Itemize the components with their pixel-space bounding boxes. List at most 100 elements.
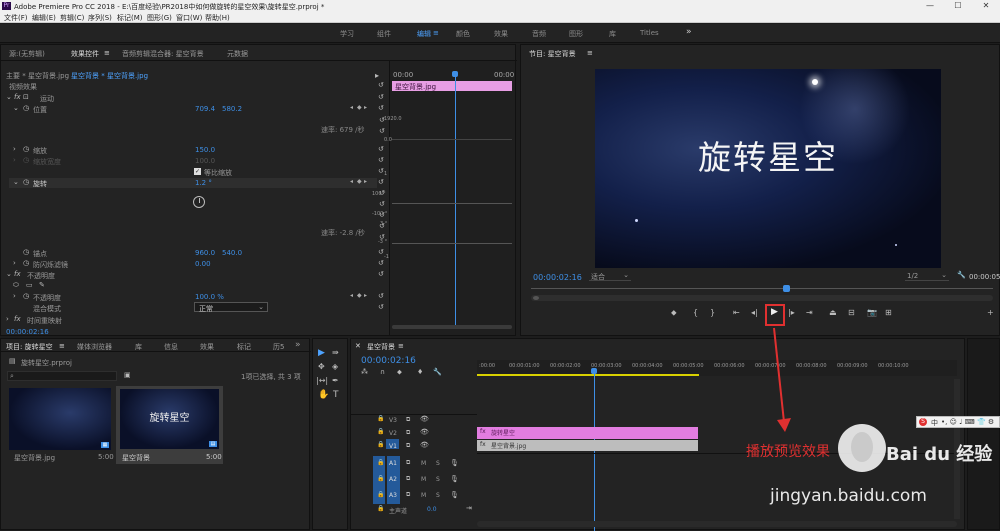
tab-menu-icon[interactable]: ≡	[398, 342, 404, 350]
program-zoom-scrollbar[interactable]	[531, 295, 993, 301]
reset-position-icon[interactable]: ↺	[378, 104, 384, 112]
stopwatch-icon[interactable]: ◷	[23, 248, 29, 256]
chevron-right-icon[interactable]: ›	[13, 156, 16, 164]
add-marker-icon[interactable]: ⬥	[671, 308, 677, 318]
go-to-end-icon[interactable]: ⇥	[466, 504, 472, 512]
tab-sequence[interactable]: 星空背景	[367, 342, 395, 352]
project-item-name[interactable]: 星空背景	[122, 453, 150, 463]
menu-sequence[interactable]: 序列(S)	[88, 13, 112, 23]
next-keyframe-icon[interactable]: ▸	[364, 104, 367, 111]
solo-button[interactable]: S	[436, 476, 440, 483]
track-label[interactable]: V2	[389, 430, 397, 437]
tab-menu-icon[interactable]: ≡	[59, 342, 65, 350]
chevron-down-icon[interactable]: ⌄	[6, 270, 12, 278]
selection-tool-icon[interactable]: ▶	[318, 348, 325, 358]
play-only-icon[interactable]: ▸	[375, 71, 379, 80]
microphone-icon[interactable]: 🎙	[450, 491, 459, 499]
search-input[interactable]: ⌕	[7, 371, 117, 381]
slip-tool-icon[interactable]: |↔|	[316, 376, 328, 385]
ime-tools[interactable]: •, ☺ ♩ ⌨ 👕 ⚙	[941, 418, 994, 426]
lock-icon[interactable]: 🔒	[377, 459, 384, 466]
mini-timeline-scrollbar[interactable]	[392, 325, 512, 329]
tab-info[interactable]: 信息	[164, 342, 178, 352]
tab-libraries[interactable]: 库	[135, 342, 142, 352]
fit-select[interactable]: 适合 ⌄	[589, 271, 631, 281]
menu-window[interactable]: 窗口(W)	[176, 13, 202, 23]
master-volume-value[interactable]: 0.0	[427, 506, 437, 513]
project-item-thumbnail[interactable]: ▦	[9, 388, 111, 450]
menu-file[interactable]: 文件(F)	[4, 13, 28, 23]
next-keyframe-icon[interactable]: ▸	[364, 292, 367, 299]
tab-markers[interactable]: 标记	[237, 342, 251, 352]
microphone-icon[interactable]: 🎙	[450, 475, 459, 483]
reset-opacity-icon[interactable]: ↺	[378, 270, 384, 278]
tab-source[interactable]: 源:(无剪辑)	[9, 49, 45, 59]
add-keyframe-icon[interactable]: ◆	[357, 104, 362, 111]
program-video-frame[interactable]: 旋转星空	[595, 69, 941, 268]
reset-icon[interactable]: ↺	[379, 127, 385, 135]
ime-toolbar[interactable]: S 中 •, ☺ ♩ ⌨ 👕 ⚙	[916, 416, 1000, 428]
blend-mode-select[interactable]: 正常 ⌄	[194, 302, 268, 313]
anchor-y-value[interactable]: 540.0	[222, 249, 242, 257]
timeline-horizontal-scrollbar[interactable]	[477, 521, 957, 527]
add-keyframe-icon[interactable]: ◆	[357, 178, 362, 185]
new-bin-icon[interactable]: ▣	[124, 371, 131, 379]
reset-icon[interactable]: ↺	[379, 200, 385, 208]
mute-button[interactable]: M	[421, 460, 426, 467]
mark-in-icon[interactable]: {	[693, 308, 698, 317]
go-to-out-icon[interactable]: ⇥	[806, 308, 813, 317]
rotation-dial-icon[interactable]	[193, 196, 205, 208]
tab-media-browser[interactable]: 媒体浏览器	[77, 342, 112, 352]
stopwatch-icon[interactable]: ◷	[23, 259, 29, 267]
sync-lock-icon[interactable]: ⧉	[406, 442, 410, 450]
anti-flicker-value[interactable]: 0.00	[195, 260, 211, 268]
uniform-scale-checkbox[interactable]: ✓	[194, 168, 201, 175]
work-area-bar[interactable]	[477, 374, 699, 376]
chevron-right-icon[interactable]: ›	[6, 315, 9, 323]
clip-master-path[interactable]: 主要 * 星空背景.jpg	[6, 71, 69, 81]
tab-history[interactable]: 历5	[273, 342, 284, 352]
step-back-icon[interactable]: ◂|	[751, 308, 758, 317]
eye-icon[interactable]: 👁	[420, 428, 429, 436]
chevron-right-icon[interactable]: ›	[13, 145, 16, 153]
wrench-icon[interactable]: 🔧	[957, 271, 966, 279]
microphone-icon[interactable]: 🎙	[450, 459, 459, 467]
menu-help[interactable]: 帮助(H)	[205, 13, 230, 23]
reset-icon[interactable]: ↺	[378, 303, 384, 311]
motion-transform-icon[interactable]: ⊡	[23, 93, 29, 101]
sync-lock-icon[interactable]: ⧉	[406, 416, 410, 424]
stopwatch-icon[interactable]: ◷	[23, 178, 29, 186]
chevron-down-icon[interactable]: ⌄	[6, 93, 12, 101]
stopwatch-icon[interactable]: ◷	[23, 104, 29, 112]
step-forward-icon[interactable]: |▸	[788, 308, 795, 317]
eye-icon[interactable]: 👁	[420, 415, 429, 423]
lock-icon[interactable]: 🔒	[377, 505, 384, 512]
minimize-button[interactable]: —	[916, 0, 944, 12]
timeline-timecode[interactable]: 00:00:02:16	[361, 356, 416, 366]
linked-selection-icon[interactable]: ∩	[380, 368, 385, 376]
chevron-down-icon[interactable]: ⌄	[13, 104, 19, 112]
menu-graphics[interactable]: 图形(G)	[147, 13, 172, 23]
rotation-value[interactable]: 1.2 °	[195, 179, 212, 187]
track-label[interactable]: A2	[389, 476, 397, 483]
track-label[interactable]: A1	[389, 460, 397, 467]
program-scrubber[interactable]	[531, 288, 993, 289]
add-button-icon[interactable]: +	[987, 308, 994, 317]
prev-keyframe-icon[interactable]: ◂	[350, 178, 353, 185]
program-playhead-icon[interactable]	[783, 285, 790, 292]
sync-lock-icon[interactable]: ⧉	[406, 429, 410, 437]
marker-icon[interactable]: ♦	[417, 368, 423, 376]
track-label[interactable]: V3	[389, 417, 397, 424]
chevron-right-icon[interactable]: ›	[13, 292, 16, 300]
rect-mask-icon[interactable]: ▭	[26, 281, 33, 289]
ime-language-toggle[interactable]: 中	[931, 418, 938, 428]
play-button-icon[interactable]: ▶	[771, 307, 778, 317]
eye-icon[interactable]: 👁	[420, 441, 429, 449]
clip-v2-title[interactable]: fx 旋转星空	[477, 427, 698, 439]
scale-width-value[interactable]: 100.0	[195, 157, 215, 165]
tab-program[interactable]: 节目: 星空背景	[529, 49, 576, 59]
more-tabs-icon[interactable]: »	[295, 340, 301, 350]
export-frame-icon[interactable]: 📷	[867, 308, 877, 317]
button-editor-icon[interactable]: ⊞	[885, 308, 892, 317]
effect-controls-timecode[interactable]: 00:00:02:16	[6, 328, 49, 336]
